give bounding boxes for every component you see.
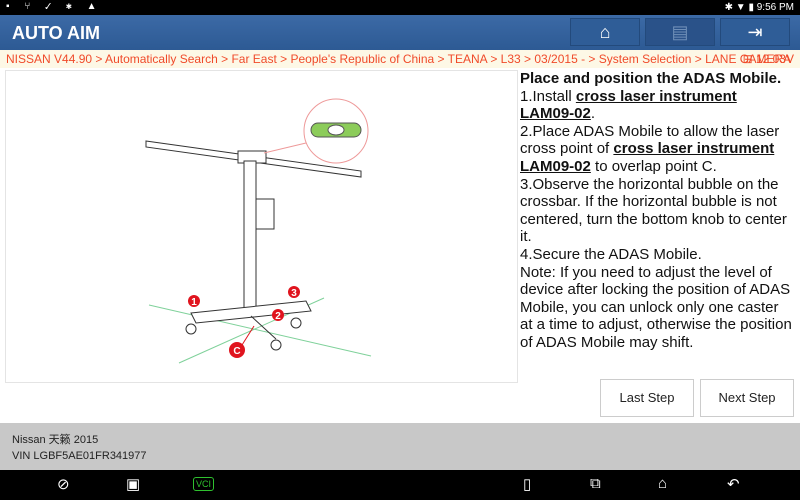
vin: VIN LGBF5AE01FR341977	[12, 450, 147, 462]
system-nav-bar: ⊘ ▣ VCI ▯ ⧉ ⌂ ↶	[0, 470, 800, 500]
recents-icon[interactable]: ⧉	[590, 475, 601, 492]
back-icon[interactable]: ↶	[727, 475, 740, 493]
step-4: 4.Secure the ADAS Mobile.	[520, 245, 702, 263]
marker-3: 3	[291, 288, 297, 299]
note: Note: If you need to adjust the level of…	[520, 263, 792, 351]
breadcrumb: NISSAN V44.90 > Automatically Search > F…	[0, 50, 800, 68]
breadcrumb-path: NISSAN V44.90 > Automatically Search > F…	[6, 52, 792, 66]
instruction-figure: 1 2 3 C	[5, 70, 518, 383]
printer-icon: ▤	[671, 22, 689, 42]
page-title: AUTO AIM	[12, 23, 100, 43]
gallery-icon[interactable]: ▣	[126, 475, 140, 493]
battery-icon: ⊞	[742, 52, 756, 66]
instructions: Place and position the ADAS Mobile. 1.In…	[520, 70, 792, 351]
instruction-title: Place and position the ADAS Mobile.	[520, 70, 782, 87]
print-button[interactable]: ▤	[645, 18, 715, 46]
clock: 9:56 PM	[756, 2, 794, 13]
exit-button[interactable]: ⇥	[720, 18, 790, 46]
marker-c: C	[233, 346, 240, 357]
home-icon: ⌂	[599, 22, 611, 42]
vehicle-name: Nissan 天籁 2015	[12, 434, 99, 446]
vci-icon[interactable]: VCI	[193, 477, 215, 491]
app-header: AUTO AIM ⌂ ▤ ⇥	[0, 15, 800, 50]
vehicle-info: Nissan 天籁 2015 VIN LGBF5AE01FR341977	[0, 423, 800, 470]
status-icons: ▪ ⑂ ✓ ✱ ▲	[6, 1, 103, 12]
step-3: 3.Observe the horizontal bubble on the c…	[520, 175, 787, 246]
home-button[interactable]: ⌂	[570, 18, 640, 46]
bluetooth-icon: ✱ ▼ ▮	[724, 2, 757, 13]
browser-icon[interactable]: ⊘	[57, 475, 70, 493]
next-step-button[interactable]: Next Step	[700, 379, 794, 417]
home-icon[interactable]: ⌂	[658, 475, 667, 492]
tablet-icon[interactable]: ▯	[523, 475, 531, 493]
marker-1: 1	[191, 297, 197, 308]
exit-icon: ⇥	[747, 22, 763, 42]
marker-2: 2	[275, 311, 281, 322]
last-step-button[interactable]: Last Step	[600, 379, 694, 417]
status-bar: ▪ ⑂ ✓ ✱ ▲ ✱ ▼ ▮ 9:56 PM	[0, 0, 800, 15]
voltage-readout: 12.03V	[755, 52, 794, 66]
